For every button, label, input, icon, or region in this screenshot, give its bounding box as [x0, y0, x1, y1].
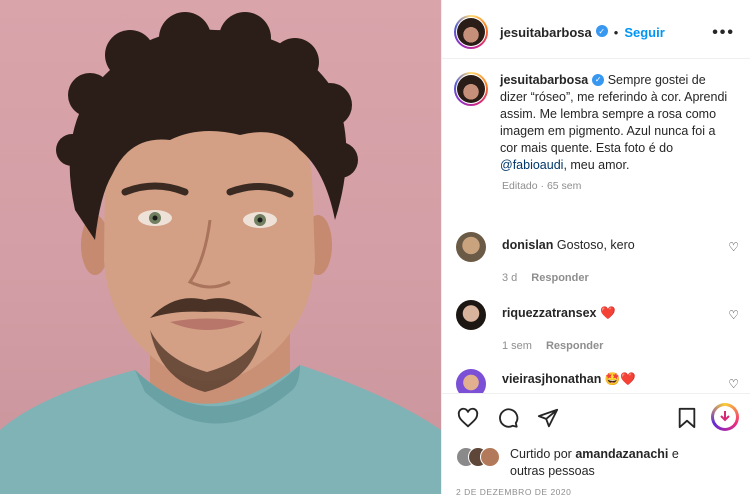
- follow-button[interactable]: Seguir: [624, 25, 664, 40]
- post-photo[interactable]: [0, 0, 441, 494]
- comment-like-heart-icon[interactable]: ♡: [728, 240, 739, 254]
- reply-button[interactable]: Responder: [546, 340, 603, 352]
- avatar-image: [457, 75, 485, 103]
- user-avatar-icon[interactable]: [456, 232, 486, 262]
- comment-item: riquezzatransex ❤️ 1 sem Responder ♡: [442, 300, 750, 352]
- instagram-post-view: jesuitabarbosa ✓ • Seguir ••• jesuitabar…: [0, 0, 750, 497]
- header-avatar[interactable]: [454, 15, 488, 49]
- reply-button[interactable]: Responder: [531, 272, 588, 284]
- comment-like-heart-icon[interactable]: ♡: [728, 308, 739, 322]
- header-username[interactable]: jesuitabarbosa: [500, 25, 592, 40]
- comment-time: 1 sem: [502, 340, 532, 352]
- avatar-inner: [456, 17, 486, 47]
- likes-summary: Curtido por amandazanachi e outras pesso…: [456, 446, 700, 480]
- caption-meta: Editado · 65 sem: [502, 180, 582, 192]
- download-inner: [714, 406, 736, 428]
- likes-suffix: e: [668, 447, 679, 461]
- likes-text: Curtido por amandazanachi e outras pesso…: [510, 446, 700, 480]
- comment-username[interactable]: vieirasjhonathan: [502, 372, 601, 386]
- comment-username[interactable]: riquezzatransex: [502, 306, 596, 320]
- avatar-inner: [456, 74, 486, 104]
- liker-avatar: [480, 447, 500, 467]
- download-icon[interactable]: [711, 403, 739, 431]
- caption-text: jesuitabarbosa ✓ Sempre gostei de dizer “…: [500, 72, 730, 174]
- comment-time: 3 d: [502, 272, 518, 284]
- comment-text: 🤩❤️: [604, 372, 636, 386]
- comment-item: donislan Gostoso, kero 3 d Responder ♡: [442, 232, 750, 284]
- post-side-panel: jesuitabarbosa ✓ • Seguir ••• jesuitabar…: [441, 0, 750, 497]
- avatar-image: [457, 18, 485, 46]
- user-avatar-icon[interactable]: [456, 300, 486, 330]
- post-actions-area: Curtido por amandazanachi e outras pesso…: [442, 393, 750, 497]
- more-options-icon[interactable]: •••: [712, 24, 735, 42]
- portrait-illustration: [0, 12, 441, 494]
- comment-text: ❤️: [599, 306, 616, 320]
- likes-user-link[interactable]: amandazanachi: [575, 447, 668, 461]
- comment-username[interactable]: donislan: [502, 238, 553, 252]
- verified-badge-icon: ✓: [595, 25, 608, 37]
- action-bar: [456, 406, 560, 430]
- verified-badge-icon: ✓: [592, 73, 605, 86]
- liker-avatars: [456, 447, 502, 467]
- bookmark-icon[interactable]: [675, 406, 699, 430]
- comment-icon[interactable]: [496, 406, 520, 430]
- post-date: 2 DE DEZEMBRO DE 2020: [456, 487, 572, 497]
- separator-dot: •: [613, 24, 619, 40]
- caption-username[interactable]: jesuitabarbosa: [500, 73, 588, 87]
- heart-icon[interactable]: [456, 406, 480, 430]
- caption-body-end: , meu amor.: [563, 158, 630, 172]
- caption-avatar[interactable]: [454, 72, 488, 106]
- post-header: jesuitabarbosa ✓ • Seguir •••: [442, 6, 750, 59]
- likes-others-link[interactable]: outras pessoas: [510, 464, 595, 478]
- caption-block: jesuitabarbosa ✓ Sempre gostei de dizer “…: [442, 72, 750, 192]
- caption-mention-link[interactable]: @fabioaudi: [500, 158, 563, 172]
- likes-prefix: Curtido por: [510, 447, 576, 461]
- comment-text: Gostoso, kero: [556, 238, 635, 252]
- comment-like-heart-icon[interactable]: ♡: [728, 377, 739, 391]
- share-icon[interactable]: [536, 406, 560, 430]
